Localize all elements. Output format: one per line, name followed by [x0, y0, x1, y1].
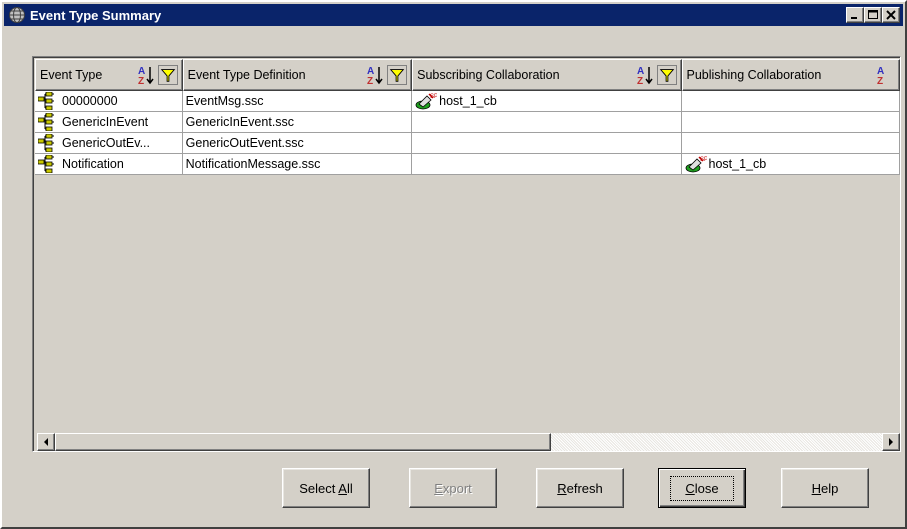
select-all-button[interactable]: Select All	[282, 468, 370, 508]
event-type-icon	[38, 155, 54, 173]
column-header-event-type[interactable]: Event Type A Z	[35, 59, 183, 91]
refresh-button[interactable]: Refresh	[536, 468, 624, 508]
cell-publishing[interactable]: SP host_1_cb	[681, 154, 900, 175]
button-bar: Select All Export Refresh Close Help	[2, 468, 905, 508]
filter-icon[interactable]	[157, 65, 178, 85]
cell-subscribing[interactable]	[412, 112, 682, 133]
cell-subscribing[interactable]: SP host_1_cb	[412, 91, 682, 112]
arrow-left-icon	[44, 438, 48, 446]
maximize-icon	[868, 10, 878, 19]
cell-event-type[interactable]: Notification	[35, 154, 183, 175]
button-label: Help	[811, 480, 839, 496]
column-header-publishing[interactable]: Publishing Collaboration A Z	[681, 59, 900, 91]
svg-text:SP: SP	[430, 94, 437, 100]
horizontal-scrollbar[interactable]	[37, 433, 900, 451]
table-row[interactable]: GenericInEvent GenericInEvent.ssc	[35, 112, 900, 133]
scroll-track[interactable]	[55, 433, 882, 451]
svg-text:Z: Z	[138, 76, 144, 86]
table-row[interactable]: Notification NotificationMessage.ssc SP …	[35, 154, 900, 175]
cell-event-type[interactable]: GenericOutEv...	[35, 133, 183, 154]
column-header-label: Subscribing Collaboration	[417, 68, 560, 82]
table-empty-area	[37, 193, 900, 433]
close-button[interactable]	[882, 7, 900, 23]
scroll-right-button[interactable]	[882, 433, 900, 451]
column-header-label: Event Type Definition	[187, 68, 306, 82]
definition-name: GenericOutEvent.ssc	[185, 136, 304, 150]
event-type-summary-window: Event Type Summary Event Type A Z Event …	[0, 0, 907, 529]
button-label: Export	[434, 480, 472, 496]
event-type-icon	[38, 113, 54, 131]
close-icon	[886, 10, 896, 20]
maximize-button[interactable]	[864, 7, 882, 23]
title-bar[interactable]: Event Type Summary	[4, 4, 903, 26]
cell-event-type[interactable]: GenericInEvent	[35, 112, 183, 133]
event-type-name: GenericOutEv...	[62, 136, 150, 150]
event-type-table: Event Type A Z Event Type Definition A Z	[32, 56, 901, 452]
scroll-thumb[interactable]	[55, 433, 552, 451]
cell-definition[interactable]: NotificationMessage.ssc	[182, 154, 413, 175]
event-type-name: 00000000	[62, 94, 118, 108]
column-header-label: Publishing Collaboration	[686, 68, 822, 82]
event-type-name: GenericInEvent	[62, 115, 149, 129]
cell-definition[interactable]: GenericOutEvent.ssc	[182, 133, 413, 154]
svg-text:Z: Z	[367, 76, 373, 86]
column-header-label: Event Type	[40, 68, 103, 82]
minimize-button[interactable]	[846, 7, 864, 23]
definition-name: NotificationMessage.ssc	[185, 157, 321, 171]
window-title: Event Type Summary	[30, 7, 162, 23]
svg-text:Z: Z	[877, 76, 883, 86]
collaboration-icon: SP	[685, 156, 707, 173]
button-label: Select All	[299, 480, 353, 496]
sort-az-icon[interactable]: A Z	[635, 64, 655, 86]
export-button[interactable]: Export	[409, 468, 497, 508]
event-type-icon	[38, 92, 54, 110]
cell-definition[interactable]: EventMsg.ssc	[182, 91, 413, 112]
scroll-left-button[interactable]	[37, 433, 55, 451]
event-type-name: Notification	[62, 157, 124, 171]
filter-icon[interactable]	[387, 65, 408, 85]
table-header: Event Type A Z Event Type Definition A Z	[35, 59, 900, 91]
column-header-definition[interactable]: Event Type Definition A Z	[182, 59, 413, 91]
column-header-subscribing[interactable]: Subscribing Collaboration A Z	[412, 59, 682, 91]
definition-name: GenericInEvent.ssc	[185, 115, 295, 129]
button-label: Refresh	[557, 480, 603, 496]
sort-az-icon[interactable]: A Z	[136, 64, 156, 86]
globe-app-icon	[9, 7, 25, 23]
filter-icon[interactable]	[656, 65, 677, 85]
table-row[interactable]: GenericOutEv... GenericOutEvent.ssc	[35, 133, 900, 154]
cell-publishing[interactable]	[681, 112, 900, 133]
cell-event-type[interactable]: 00000000	[35, 91, 183, 112]
cell-publishing[interactable]	[681, 91, 900, 112]
svg-text:SP: SP	[700, 157, 707, 163]
sort-az-icon[interactable]: A Z	[875, 64, 895, 86]
subscribing-name: host_1_cb	[439, 94, 497, 108]
svg-text:Z: Z	[637, 76, 643, 86]
help-button[interactable]: Help	[781, 468, 869, 508]
cell-publishing[interactable]	[681, 133, 900, 154]
minimize-icon	[851, 17, 857, 19]
publishing-name: host_1_cb	[708, 157, 767, 171]
cell-subscribing[interactable]	[412, 154, 682, 175]
table-row[interactable]: 00000000 EventMsg.ssc SP host_1_cb	[35, 91, 900, 112]
definition-name: EventMsg.ssc	[185, 94, 264, 108]
event-type-icon	[38, 134, 54, 152]
close-dialog-button[interactable]: Close	[658, 468, 746, 508]
sort-az-icon[interactable]: A Z	[365, 64, 385, 86]
arrow-right-icon	[889, 438, 893, 446]
cell-definition[interactable]: GenericInEvent.ssc	[182, 112, 413, 133]
cell-subscribing[interactable]	[412, 133, 682, 154]
button-label: Close	[670, 475, 734, 501]
collaboration-icon: SP	[415, 93, 437, 110]
